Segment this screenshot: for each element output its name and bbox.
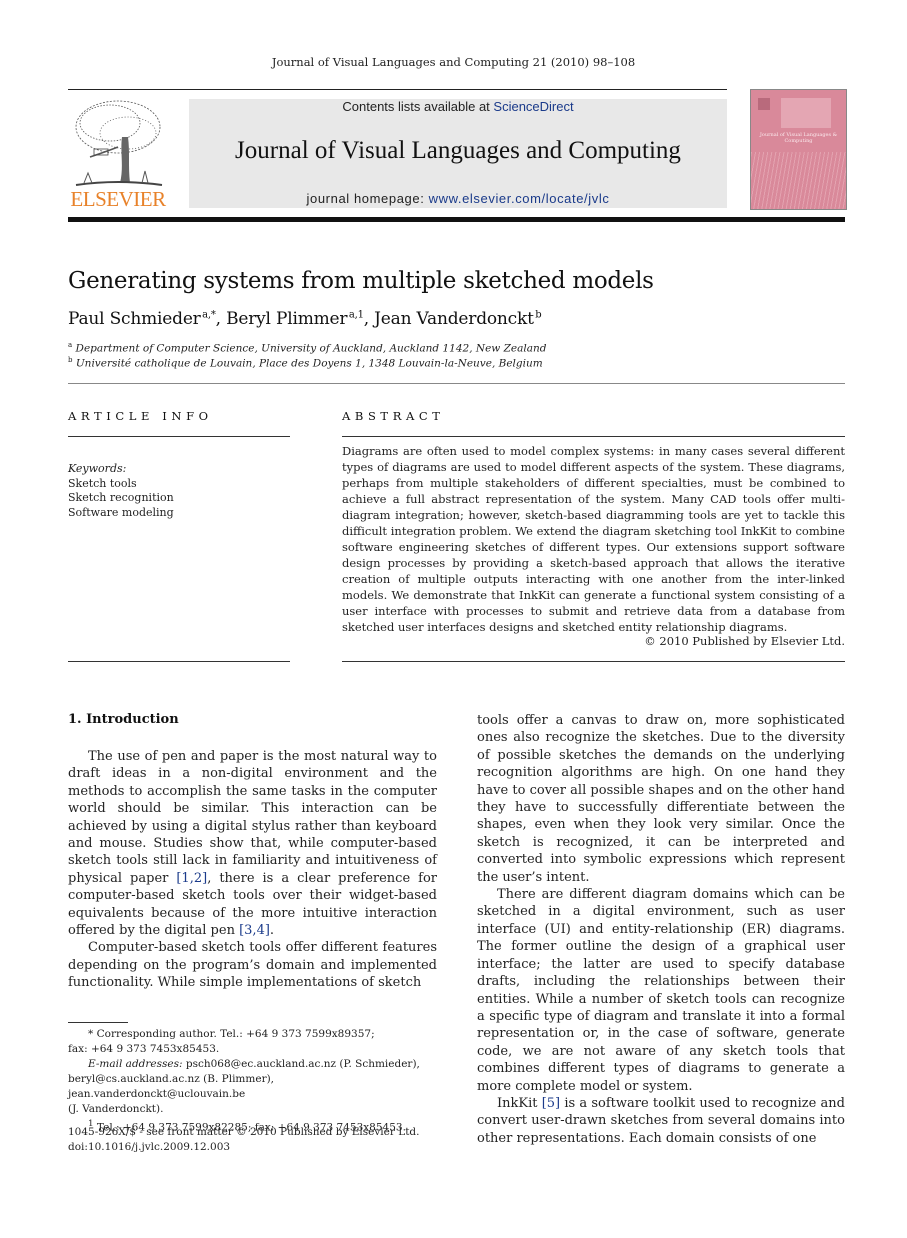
paragraph-text: InkKit	[497, 1095, 542, 1111]
citation-link[interactable]: [5]	[542, 1096, 560, 1111]
cover-logo-icon	[758, 98, 770, 110]
affiliation: b Université catholique de Louvain, Plac…	[68, 356, 543, 370]
paragraph: InkKit [5] is a software toolkit used to…	[477, 1095, 845, 1147]
issn-line: 1045-926X/$ - see front matter © 2010 Pu…	[68, 1126, 420, 1138]
paragraph: The use of pen and paper is the most nat…	[68, 748, 437, 939]
elsevier-logo: ELSEVIER	[68, 97, 168, 211]
header-rule	[68, 89, 727, 90]
keyword: Sketch recognition	[68, 491, 174, 504]
abstract-heading: ABSTRACT	[342, 409, 445, 423]
elsevier-wordmark: ELSEVIER	[70, 187, 166, 211]
paragraph: tools offer a canvas to draw on, more so…	[477, 713, 845, 885]
author-marks[interactable]: a,*	[202, 309, 216, 320]
author-name[interactable]: Paul Schmieder	[68, 309, 201, 329]
body-column-left: The use of pen and paper is the most nat…	[68, 748, 437, 992]
keyword: Sketch tools	[68, 476, 137, 490]
journal-title: Journal of Visual Languages and Computin…	[235, 137, 681, 164]
footnote-rule	[68, 1022, 128, 1023]
cover-pattern	[751, 152, 846, 209]
email-line[interactable]: beryl@cs.auckland.ac.nz (B. Plimmer), je…	[68, 1072, 448, 1102]
abstract-text: Diagrams are often used to model complex…	[342, 444, 845, 634]
article-info-heading: ARTICLE INFO	[68, 409, 213, 423]
homepage-line: journal homepage: www.elsevier.com/locat…	[189, 191, 727, 206]
keyword: Software modeling	[68, 505, 174, 519]
abstract-rule	[342, 436, 845, 437]
author-name[interactable]: Beryl Plimmer	[226, 309, 347, 329]
paragraph-text: .	[269, 923, 275, 939]
paragraph-text: The use of pen and paper is the most nat…	[68, 749, 437, 886]
affiliation-mark: a	[68, 341, 73, 349]
journal-cover-thumbnail: Journal of Visual Languages & Computing	[750, 89, 847, 210]
contents-line: Contents lists available at ScienceDirec…	[189, 99, 727, 114]
sciencedirect-link[interactable]: ScienceDirect	[493, 99, 573, 114]
abstract-copyright: © 2010 Published by Elsevier Ltd.	[644, 634, 845, 648]
article-title: Generating systems from multiple sketche…	[68, 268, 654, 294]
author-marks[interactable]: b	[535, 309, 541, 320]
homepage-link[interactable]: www.elsevier.com/locate/jvlc	[429, 191, 610, 206]
email-line[interactable]: psch068@ec.auckland.ac.nz (P. Schmieder)…	[183, 1058, 420, 1070]
affiliation: a Department of Computer Science, Univer…	[68, 341, 547, 355]
email-label: E-mail addresses:	[88, 1058, 183, 1070]
section-divider	[68, 383, 845, 384]
cover-image	[781, 98, 831, 128]
footnote-fax: fax: +64 9 373 7453x85453.	[68, 1043, 220, 1055]
contents-prefix: Contents lists available at	[342, 99, 494, 114]
citation-link[interactable]: [1,2]	[176, 871, 207, 886]
issn-block: 1045-926X/$ - see front matter © 2010 Pu…	[68, 1125, 419, 1155]
journal-banner: Contents lists available at ScienceDirec…	[189, 99, 727, 208]
keywords-block: Keywords: Sketch tools Sketch recognitio…	[68, 462, 174, 520]
running-head: Journal of Visual Languages and Computin…	[271, 55, 636, 69]
footnote-emails: E-mail addresses: psch068@ec.auckland.ac…	[68, 1057, 448, 1072]
affiliation-text: Université catholique de Louvain, Place …	[75, 357, 543, 370]
keywords-label: Keywords:	[68, 462, 127, 475]
masthead-bottom-rule	[68, 217, 845, 222]
email-line: (J. Vanderdonckt).	[68, 1103, 164, 1115]
affiliation-mark: b	[68, 356, 73, 364]
author-marks[interactable]: a,1	[349, 309, 364, 320]
body-column-right: tools offer a canvas to draw on, more so…	[477, 712, 845, 1147]
author-list: Paul Schmieder a,*, Beryl Plimmer a,1, J…	[68, 309, 542, 329]
article-info-rule	[68, 436, 290, 437]
footnote-corresponding: * Corresponding author. Tel.: +64 9 373 …	[88, 1028, 375, 1040]
article-info-bottom-rule	[68, 661, 290, 662]
cover-title: Journal of Visual Languages & Computing	[759, 132, 838, 144]
homepage-prefix: journal homepage:	[306, 191, 429, 206]
doi-line[interactable]: doi:10.1016/j.jvlc.2009.12.003	[68, 1140, 419, 1155]
citation-link[interactable]: [3,4]	[239, 923, 270, 938]
footnotes: * Corresponding author. Tel.: +64 9 373 …	[68, 1027, 448, 1136]
author-name[interactable]: Jean Vanderdonckt	[374, 309, 534, 329]
paragraph: There are different diagram domains whic…	[477, 887, 845, 1094]
tree-icon	[75, 100, 163, 186]
section-heading-introduction: 1. Introduction	[68, 712, 179, 727]
abstract-bottom-rule	[342, 661, 845, 662]
paragraph: Computer-based sketch tools offer differ…	[68, 940, 437, 991]
affiliation-text: Department of Computer Science, Universi…	[75, 342, 547, 355]
